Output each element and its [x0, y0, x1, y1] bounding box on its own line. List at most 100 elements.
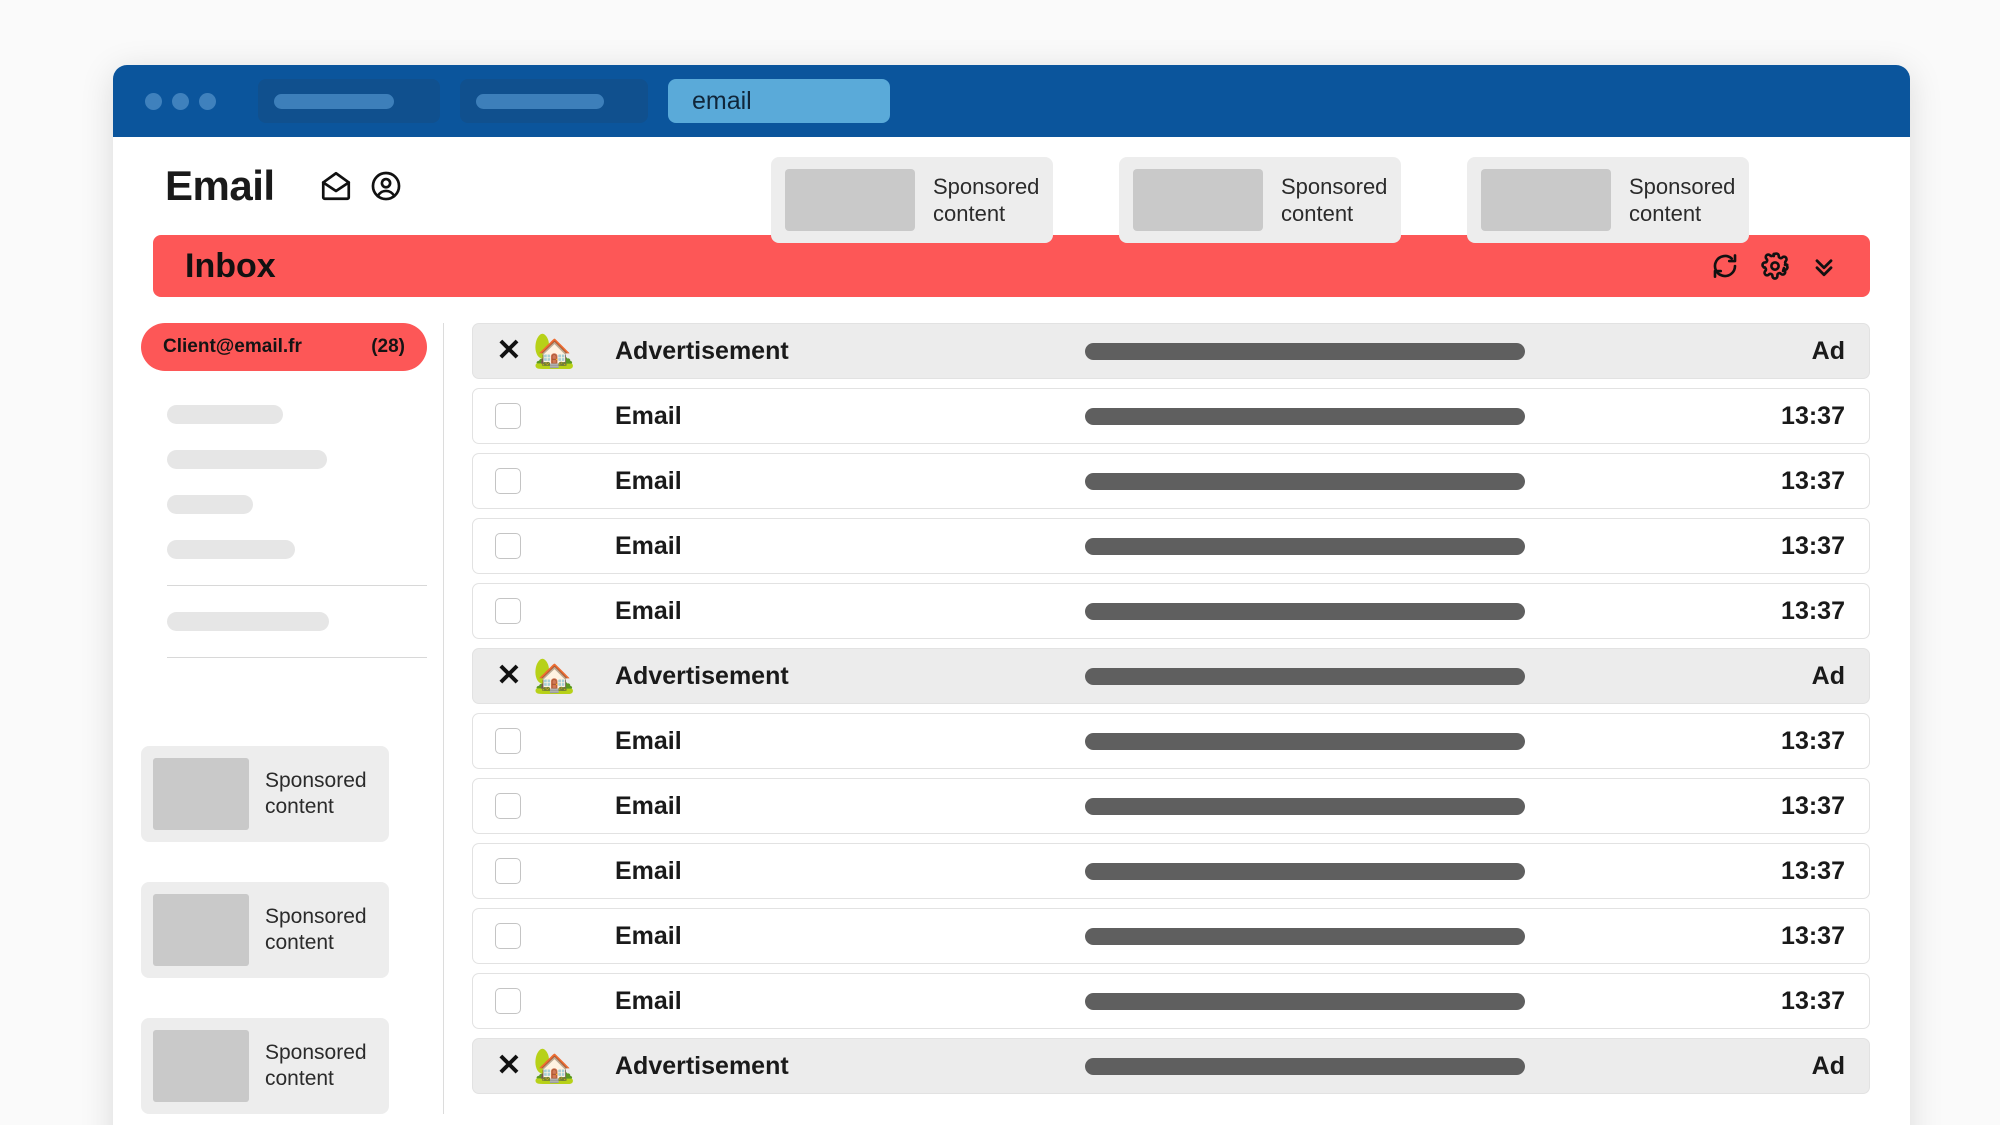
house-with-garden-icon: 🏡 [533, 659, 575, 693]
envelope-open-icon[interactable] [319, 169, 353, 203]
browser-tab-3-active[interactable]: email [668, 79, 890, 123]
close-icon[interactable]: ✕ [495, 661, 523, 691]
maximize-dot[interactable] [199, 93, 216, 110]
close-icon[interactable]: ✕ [495, 1051, 523, 1081]
email-row[interactable]: Email13:37 [472, 713, 1870, 769]
minimize-dot[interactable] [172, 93, 189, 110]
email-subject-placeholder [1085, 408, 1525, 425]
account-unread-count: (28) [371, 336, 405, 358]
email-select-checkbox[interactable] [495, 403, 521, 429]
inbox-action-group [1710, 251, 1838, 281]
email-subject-placeholder [1085, 733, 1525, 750]
sidebar: Client@email.fr (28) Spo [113, 323, 443, 1114]
sponsored-card[interactable]: Sponsored content [1467, 157, 1749, 243]
email-row[interactable]: Email13:37 [472, 518, 1870, 574]
tab-placeholder-bar [476, 94, 604, 109]
advertisement-label: Advertisement [615, 337, 1085, 366]
email-subject-placeholder [1085, 473, 1525, 490]
sponsored-card[interactable]: Sponsored content [1119, 157, 1401, 243]
sidebar-sponsored-group: Sponsored content Sponsored content [141, 746, 427, 1114]
sponsored-card[interactable]: Sponsored content [141, 746, 389, 842]
sponsored-card[interactable]: Sponsored content [141, 882, 389, 978]
row-lead [495, 403, 615, 429]
email-select-checkbox[interactable] [495, 468, 521, 494]
email-subject-placeholder [1085, 993, 1525, 1010]
settings-gear-icon[interactable] [1760, 251, 1790, 281]
email-timestamp: 13:37 [1781, 792, 1845, 821]
page-title: Email [165, 162, 275, 210]
email-timestamp: 13:37 [1781, 987, 1845, 1016]
email-timestamp: 13:37 [1781, 922, 1845, 951]
email-subject-placeholder [1085, 343, 1525, 360]
advertisement-label: Advertisement [615, 1052, 1085, 1081]
sponsored-label: Sponsored content [265, 768, 367, 821]
email-list: ✕🏡AdvertisementAdEmail13:37Email13:37Ema… [443, 323, 1910, 1114]
collapse-chevrons-icon[interactable] [1810, 252, 1838, 280]
email-subject-placeholder [1085, 538, 1525, 555]
row-lead [495, 988, 615, 1014]
email-timestamp: 13:37 [1781, 597, 1845, 626]
ad-badge: Ad [1812, 1052, 1845, 1081]
close-dot[interactable] [145, 93, 162, 110]
refresh-icon[interactable] [1710, 251, 1740, 281]
close-icon[interactable]: ✕ [495, 336, 523, 366]
sidebar-divider [167, 585, 427, 586]
email-sender-label: Email [615, 727, 1085, 756]
browser-tab-1[interactable] [258, 79, 440, 123]
row-lead [495, 728, 615, 754]
email-select-checkbox[interactable] [495, 923, 521, 949]
row-lead: ✕🏡 [495, 659, 615, 693]
sidebar-folder-placeholder[interactable] [167, 612, 329, 631]
advertisement-row[interactable]: ✕🏡AdvertisementAd [472, 323, 1870, 379]
email-sender-label: Email [615, 792, 1085, 821]
email-row[interactable]: Email13:37 [472, 453, 1870, 509]
sponsored-thumbnail [785, 169, 915, 231]
email-select-checkbox[interactable] [495, 988, 521, 1014]
sponsored-label: Sponsored content [265, 904, 367, 957]
advertisement-row[interactable]: ✕🏡AdvertisementAd [472, 648, 1870, 704]
sidebar-folder-placeholder[interactable] [167, 495, 253, 514]
email-row[interactable]: Email13:37 [472, 843, 1870, 899]
email-sender-label: Email [615, 922, 1085, 951]
advertisement-label: Advertisement [615, 662, 1085, 691]
email-timestamp: 13:37 [1781, 857, 1845, 886]
sponsored-label: Sponsored content [1281, 173, 1387, 228]
browser-tab-2[interactable] [460, 79, 648, 123]
advertisement-row[interactable]: ✕🏡Advertisement Ad [472, 1038, 1870, 1094]
sidebar-folder-placeholder[interactable] [167, 405, 283, 424]
row-lead [495, 793, 615, 819]
sidebar-folder-placeholder[interactable] [167, 540, 295, 559]
inbox-title: Inbox [185, 247, 276, 286]
sponsored-label: Sponsored content [265, 1040, 367, 1093]
email-sender-label: Email [615, 987, 1085, 1016]
sidebar-folder-list [141, 405, 427, 658]
email-select-checkbox[interactable] [495, 533, 521, 559]
row-lead: ✕🏡 [495, 1049, 615, 1083]
email-select-checkbox[interactable] [495, 858, 521, 884]
sponsored-label: Sponsored content [1629, 173, 1735, 228]
email-row[interactable]: Email 13:37 [472, 583, 1870, 639]
email-sender-label: Email [615, 597, 1085, 626]
account-circle-icon[interactable] [369, 169, 403, 203]
sidebar-account-pill[interactable]: Client@email.fr (28) [141, 323, 427, 371]
account-email: Client@email.fr [163, 336, 302, 358]
email-row[interactable]: Email13:37 [472, 388, 1870, 444]
email-subject-placeholder [1085, 668, 1525, 685]
email-select-checkbox[interactable] [495, 793, 521, 819]
email-select-checkbox[interactable] [495, 598, 521, 624]
sponsored-card[interactable]: Sponsored content [141, 1018, 389, 1114]
ad-badge: Ad [1812, 337, 1845, 366]
row-lead [495, 598, 615, 624]
email-select-checkbox[interactable] [495, 728, 521, 754]
email-subject-placeholder [1085, 603, 1525, 620]
email-row[interactable]: Email 13:37 [472, 973, 1870, 1029]
sidebar-folder-placeholder[interactable] [167, 450, 327, 469]
row-lead [495, 468, 615, 494]
email-row[interactable]: Email 13:37 [472, 778, 1870, 834]
email-row[interactable]: Email 13:37 [472, 908, 1870, 964]
app-header: Email [113, 137, 1910, 235]
sponsored-card[interactable]: Sponsored content [771, 157, 1053, 243]
window-controls[interactable] [145, 93, 216, 110]
browser-titlebar: email [113, 65, 1910, 137]
sidebar-divider [167, 657, 427, 658]
